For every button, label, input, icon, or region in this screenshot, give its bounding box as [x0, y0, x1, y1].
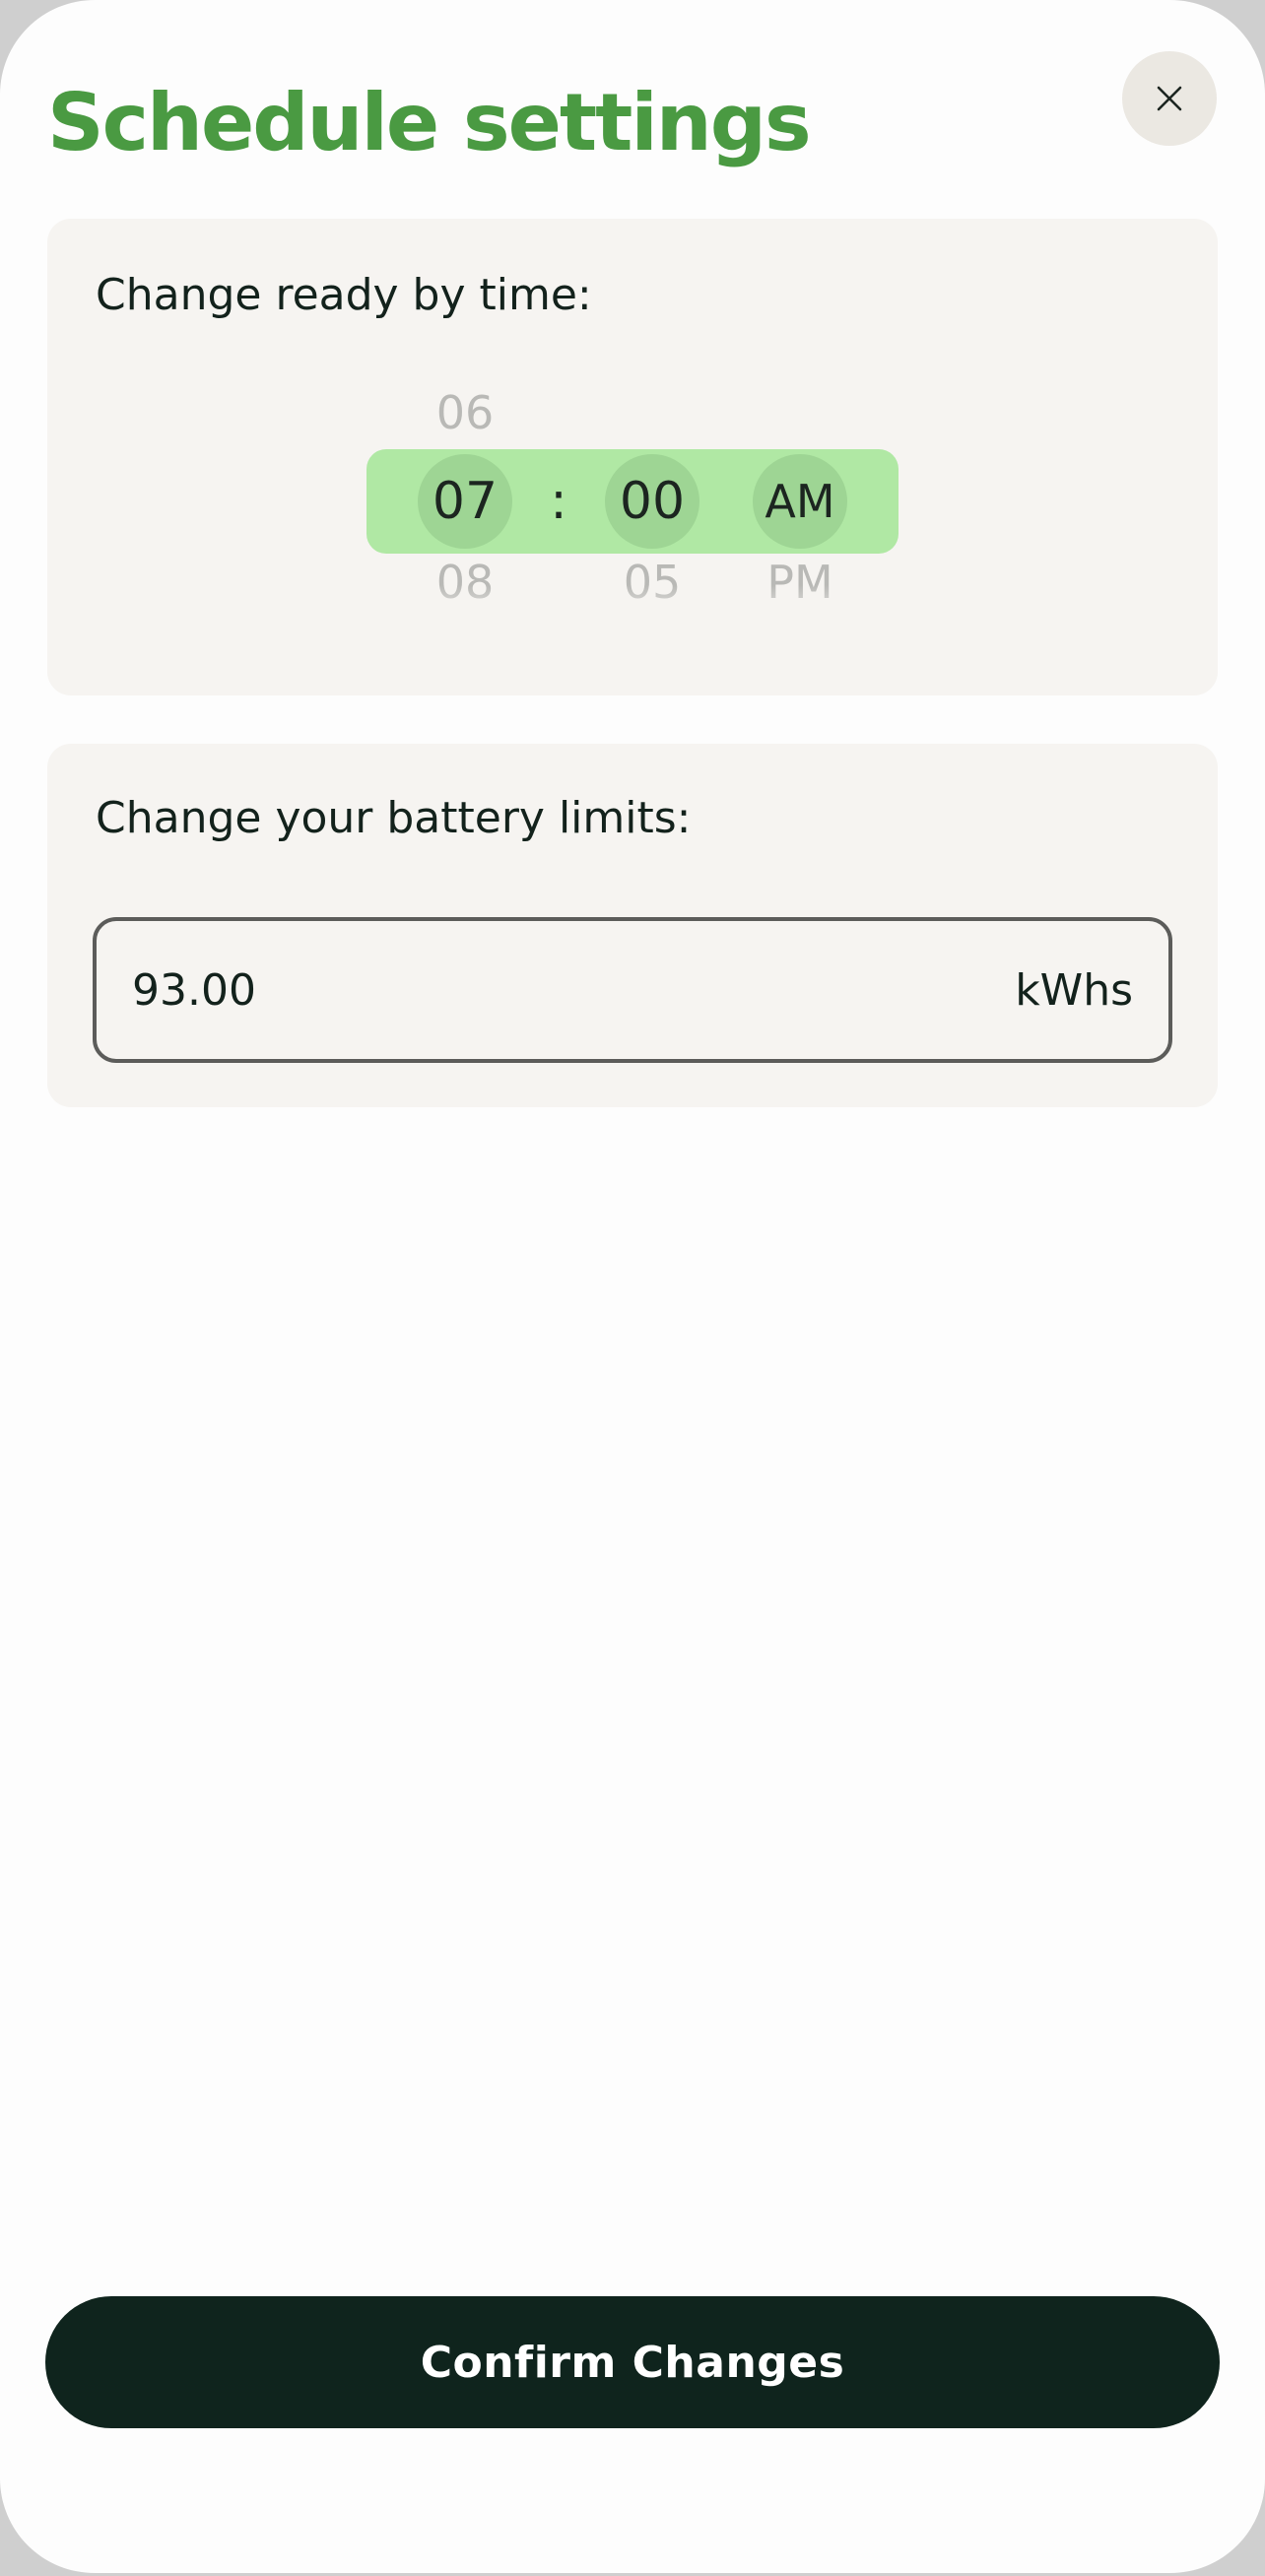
close-button[interactable]	[1122, 51, 1217, 146]
ready-time-label: Change ready by time:	[96, 270, 592, 320]
ready-time-card: Change ready by time: 06 07 : 00 AM 08 0…	[47, 219, 1218, 695]
battery-limit-input[interactable]: 93.00 kWhs	[93, 917, 1172, 1063]
period-wheel[interactable]: AM	[751, 449, 849, 554]
time-separator: :	[550, 472, 567, 531]
time-picker[interactable]: 07 : 00 AM	[366, 449, 899, 554]
hour-wheel[interactable]: 07	[416, 449, 514, 554]
page-title: Schedule settings	[47, 77, 812, 168]
minute-wheel[interactable]: 00	[603, 449, 701, 554]
minute-value: 00	[619, 472, 686, 531]
battery-limit-card: Change your battery limits: 93.00 kWhs	[47, 744, 1218, 1107]
battery-limit-value: 93.00	[132, 964, 256, 1016]
period-value: AM	[765, 475, 835, 528]
battery-limit-unit: kWhs	[1015, 964, 1133, 1016]
hour-value: 07	[432, 472, 499, 531]
battery-limit-label: Change your battery limits:	[96, 793, 692, 843]
hour-option-prev[interactable]: 06	[416, 386, 514, 439]
schedule-settings-sheet: Schedule settings Change ready by time: …	[0, 0, 1265, 2573]
confirm-changes-button[interactable]: Confirm Changes	[45, 2296, 1220, 2428]
close-icon	[1157, 86, 1182, 111]
